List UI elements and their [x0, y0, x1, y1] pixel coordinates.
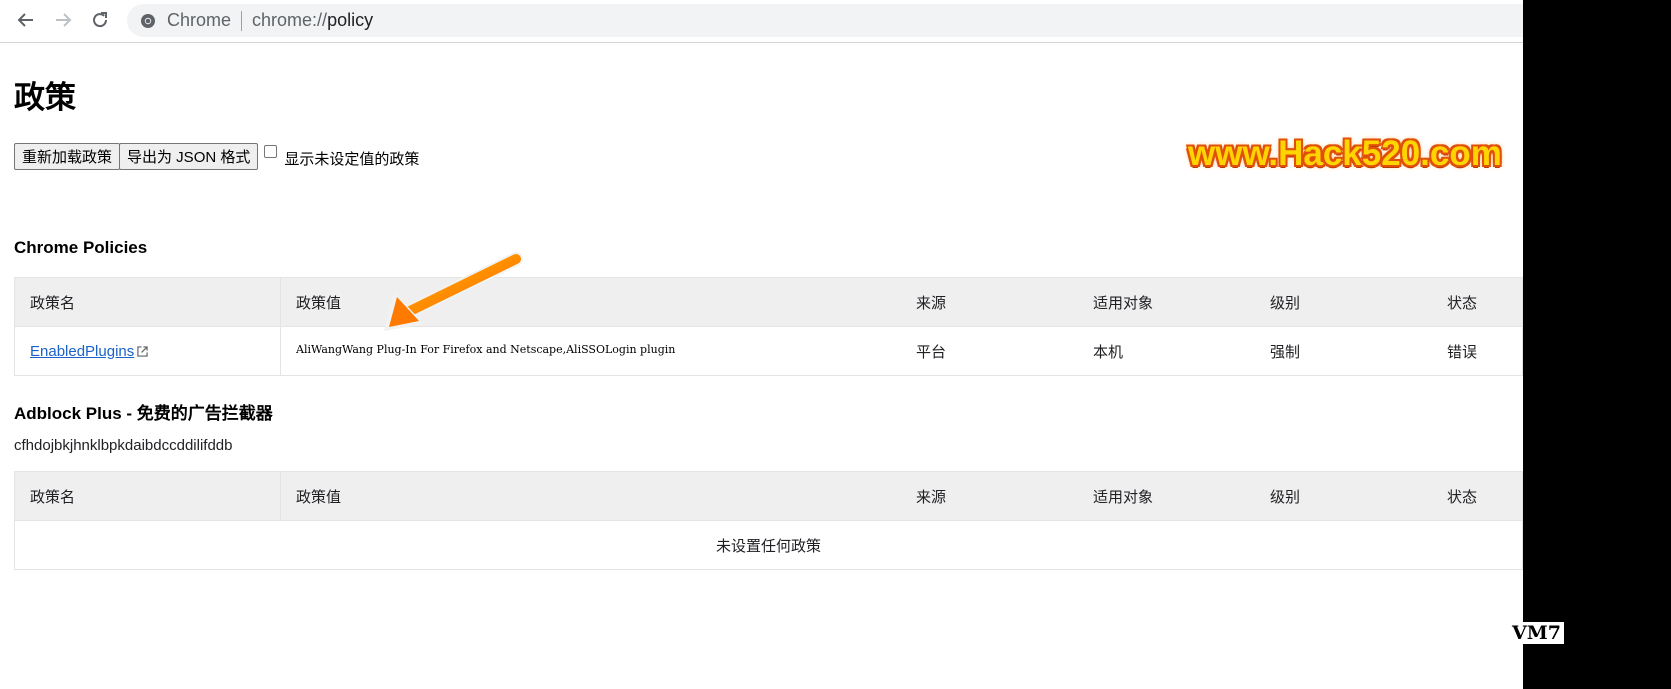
header-policy-name: 政策名: [15, 278, 281, 326]
address-bar[interactable]: Chrome chrome://policy: [127, 4, 1671, 37]
header-source: 来源: [916, 488, 947, 506]
table-header-row: 政策名 政策值 来源 适用对象 级别 状态: [15, 278, 1522, 327]
url-text: chrome://policy: [252, 10, 373, 31]
policy-value-cell: AliWangWang Plug-In For Firefox and Nets…: [296, 343, 676, 356]
policy-name-link[interactable]: EnabledPlugins: [30, 343, 134, 360]
reload-button[interactable]: [86, 6, 114, 34]
header-scope: 适用对象: [1093, 488, 1154, 506]
browser-toolbar: Chrome chrome://policy: [0, 0, 1671, 43]
watermark-text: www.Hack520.com: [1188, 134, 1502, 173]
url-scheme: chrome://: [252, 10, 328, 30]
header-policy-name: 政策名: [15, 472, 281, 520]
header-source: 来源: [916, 294, 947, 312]
policy-controls: 重新加载政策 导出为 JSON 格式 显示未设定值的政策: [14, 143, 419, 170]
external-link-icon[interactable]: [137, 345, 148, 357]
header-level: 级别: [1270, 488, 1301, 506]
policy-level-cell: 强制: [1270, 343, 1301, 361]
policy-scope-cell: 本机: [1093, 343, 1124, 361]
forward-button[interactable]: [49, 6, 77, 34]
header-scope: 适用对象: [1093, 294, 1154, 312]
table-header-row: 政策名 政策值 来源 适用对象 级别 状态: [15, 472, 1522, 521]
forward-arrow-icon: [56, 13, 72, 27]
header-policy-value: 政策值: [296, 488, 342, 506]
policy-name-cell: EnabledPlugins: [15, 327, 281, 375]
header-policy-value: 政策值: [296, 294, 342, 312]
site-label: Chrome: [167, 10, 232, 30]
annotation-arrow-icon: [384, 252, 523, 331]
show-unset-checkbox[interactable]: [264, 145, 278, 158]
adblock-section-title: Adblock Plus - 免费的广告拦截器: [14, 404, 273, 423]
page-title: 政策: [14, 80, 76, 115]
right-black-bar: [1523, 0, 1671, 689]
omnibox-divider: [241, 10, 243, 31]
reload-policies-button[interactable]: 重新加载政策: [14, 143, 121, 170]
header-status: 状态: [1447, 294, 1478, 312]
show-unset-label: 显示未设定值的政策: [284, 150, 420, 168]
header-status: 状态: [1447, 488, 1478, 506]
header-level: 级别: [1270, 294, 1301, 312]
no-policies-row: 未设置任何政策: [715, 537, 821, 555]
back-arrow-icon: [17, 13, 33, 27]
chrome-icon: [140, 13, 156, 29]
policy-source-cell: 平台: [916, 343, 947, 361]
chrome-policies-table: 政策名 政策值 来源 适用对象 级别 状态 EnabledPlugins Ali…: [14, 277, 1523, 376]
back-button[interactable]: [12, 6, 40, 34]
chrome-policies-title: Chrome Policies: [14, 238, 148, 257]
vm-label: VM7: [1509, 622, 1564, 644]
reload-icon: [93, 12, 108, 28]
extension-id: cfhdojbkjhnklbpkdaibdccddilifddb: [14, 437, 233, 454]
adblock-policies-table: 政策名 政策值 来源 适用对象 级别 状态 未设置任何政策: [14, 471, 1523, 570]
table-row: EnabledPlugins AliWangWang Plug-In For F…: [15, 327, 1522, 375]
export-json-button[interactable]: 导出为 JSON 格式: [119, 143, 259, 170]
policy-status-cell: 错误: [1447, 343, 1478, 361]
url-path: policy: [327, 10, 374, 30]
